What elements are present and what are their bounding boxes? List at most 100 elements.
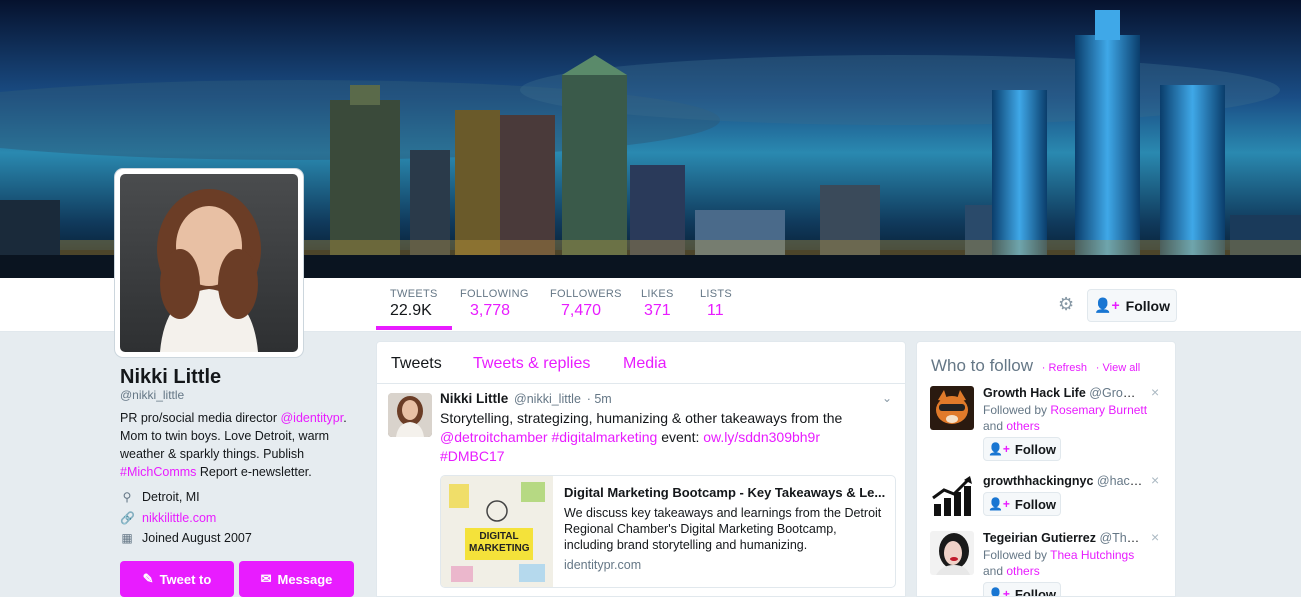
follower-link[interactable]: Thea Hutchings <box>1050 548 1134 562</box>
tweet-to-button[interactable]: ✎ Tweet to <box>120 561 234 597</box>
tweet-url-link[interactable]: ow.ly/sddn309bh9r <box>703 429 820 445</box>
dismiss-icon[interactable]: × <box>1151 384 1159 400</box>
message-label: Message <box>277 571 333 587</box>
view-all-link[interactable]: · View all <box>1096 362 1140 374</box>
tweet-text-part: Storytelling, strategizing, humanizing &… <box>440 410 843 426</box>
profile-joined: ▦ Joined August 2007 <box>120 531 252 545</box>
profile-name: Nikki Little <box>120 366 222 388</box>
stat-followers-value: 7,470 <box>561 302 602 319</box>
dismiss-icon[interactable]: × <box>1151 529 1159 545</box>
bio-mention-link[interactable]: @identitypr <box>280 411 343 425</box>
wtf-header: Who to follow · Refresh · View all <box>931 356 1140 376</box>
compose-icon: ✎ <box>142 571 154 586</box>
follower-link[interactable]: Rosemary Burnett <box>1050 403 1147 417</box>
stat-following-label: FOLLOWING <box>460 288 529 300</box>
stat-tweets-label: TWEETS <box>390 288 438 300</box>
stat-likes-value: 371 <box>644 302 671 319</box>
tweet-header: Nikki Little @nikki_little · 5m <box>440 391 612 406</box>
tweet-mention-link[interactable]: @detroitchamber <box>440 429 548 445</box>
others-link[interactable]: others <box>1006 564 1039 578</box>
followed-by-text: Followed by <box>983 548 1051 562</box>
card-title[interactable]: Digital Marketing Bootcamp - Key Takeawa… <box>564 485 889 500</box>
avatar-photo <box>120 174 298 352</box>
wtf-title: Who to follow <box>931 356 1034 375</box>
wtf-avatar[interactable] <box>930 474 974 518</box>
followed-by-text: and <box>983 564 1007 578</box>
timeline-tabs: Tweets Tweets & replies Media <box>377 342 905 384</box>
tweet-avatar[interactable] <box>388 393 432 437</box>
wtf-followed-by: Followed by Thea Hutchings and others <box>983 547 1153 579</box>
bio-hashtag-link[interactable]: #MichComms <box>120 465 196 479</box>
profile-bio: PR pro/social media director @identitypr… <box>120 409 360 481</box>
stat-likes[interactable]: LIKES 371 <box>641 288 674 320</box>
wtf-avatar[interactable] <box>930 386 974 430</box>
stat-following[interactable]: FOLLOWING 3,778 <box>460 288 529 320</box>
wtf-follow-label: Follow <box>1014 441 1057 457</box>
tab-media[interactable]: Media <box>623 355 667 373</box>
stat-tweets-value: 22.9K <box>390 302 432 319</box>
followed-by-text: and <box>983 419 1007 433</box>
follow-button[interactable]: 👤+ Follow <box>1087 289 1177 322</box>
tweet-author-handle[interactable]: @nikki_little <box>514 392 581 406</box>
card-url[interactable]: identitypr.com <box>564 558 641 572</box>
bio-text: Report e-newsletter. <box>196 465 312 479</box>
wtf-account-handle: @TheT... <box>1099 531 1143 545</box>
tab-tweets[interactable]: Tweets <box>391 355 442 373</box>
refresh-link[interactable]: · Refresh <box>1042 362 1087 374</box>
card-image: DIGITAL MARKETING <box>441 476 553 587</box>
add-user-icon: 👤+ <box>987 497 1010 511</box>
add-user-icon: 👤+ <box>987 587 1010 597</box>
stat-lists-label: LISTS <box>700 288 733 300</box>
gear-icon[interactable]: ⚙ <box>1058 295 1076 313</box>
dismiss-icon[interactable]: × <box>1151 472 1159 488</box>
tab-tweets-replies[interactable]: Tweets & replies <box>473 355 590 373</box>
wtf-followed-by: Followed by Rosemary Burnett and others <box>983 402 1153 434</box>
who-to-follow: Who to follow · Refresh · View all Growt… <box>916 341 1176 597</box>
location-pin-icon: ⚲ <box>122 490 132 504</box>
chevron-down-icon[interactable]: ⌄ <box>882 391 892 405</box>
tweet-time[interactable]: · 5m <box>587 392 612 406</box>
bio-text: PR pro/social media director <box>120 411 281 425</box>
wtf-follow-label: Follow <box>1014 586 1057 597</box>
others-link[interactable]: others <box>1006 419 1039 433</box>
tweet-to-label: Tweet to <box>159 571 212 587</box>
view-all-label: View all <box>1102 362 1141 374</box>
wtf-account-name[interactable]: growthhackingnyc <box>983 474 1093 488</box>
card-image-caption: DIGITAL MARKETING <box>469 531 530 554</box>
wtf-name[interactable]: Growth Hack Life @Growth... <box>983 386 1143 400</box>
tweet-author-name[interactable]: Nikki Little <box>440 391 508 406</box>
stat-tweets[interactable]: TWEETS 22.9K <box>376 288 452 330</box>
wtf-avatar[interactable] <box>930 531 974 575</box>
stat-following-value: 3,778 <box>470 302 511 319</box>
link-card[interactable]: DIGITAL MARKETING Digital Marketing Boot… <box>440 475 896 588</box>
followed-by-text: Followed by <box>983 403 1051 417</box>
wtf-account-name[interactable]: Growth Hack Life <box>983 386 1086 400</box>
profile-location: ⚲ Detroit, MI <box>120 490 200 504</box>
message-button[interactable]: ✉ Message <box>239 561 354 597</box>
stat-followers-label: FOLLOWERS <box>550 288 622 300</box>
profile-handle: @nikki_little <box>120 388 185 402</box>
tweet-hashtag-link[interactable]: #DMBC17 <box>440 448 505 464</box>
website-link[interactable]: nikkilittle.com <box>142 511 216 525</box>
timeline: Tweets Tweets & replies Media Nikki Litt… <box>376 341 906 597</box>
tweet-hashtag-link[interactable]: #digitalmarketing <box>551 429 657 445</box>
profile-website[interactable]: 🔗 nikkilittle.com <box>120 511 216 525</box>
wtf-follow-button[interactable]: 👤+ Follow <box>983 492 1061 516</box>
joined-text: Joined August 2007 <box>142 531 252 545</box>
wtf-follow-label: Follow <box>1014 496 1057 512</box>
location-text: Detroit, MI <box>142 490 200 504</box>
stat-lists[interactable]: LISTS 11 <box>700 288 732 320</box>
wtf-account-name[interactable]: Tegeirian Gutierrez <box>983 531 1096 545</box>
wtf-name[interactable]: Tegeirian Gutierrez @TheT... <box>983 531 1143 545</box>
link-icon: 🔗 <box>120 511 135 525</box>
tweet-text-part: event: <box>657 429 704 445</box>
stat-followers[interactable]: FOLLOWERS 7,470 <box>550 288 622 320</box>
wtf-follow-button[interactable]: 👤+ Follow <box>983 582 1061 597</box>
tweet-text: Storytelling, strategizing, humanizing &… <box>440 409 880 466</box>
wtf-name[interactable]: growthhackingnyc @hacke... <box>983 474 1143 488</box>
stat-likes-label: LIKES <box>641 288 674 300</box>
add-user-icon: 👤+ <box>987 442 1010 456</box>
wtf-follow-button[interactable]: 👤+ Follow <box>983 437 1061 461</box>
calendar-icon: ▦ <box>121 531 133 545</box>
profile-avatar[interactable] <box>115 169 303 357</box>
